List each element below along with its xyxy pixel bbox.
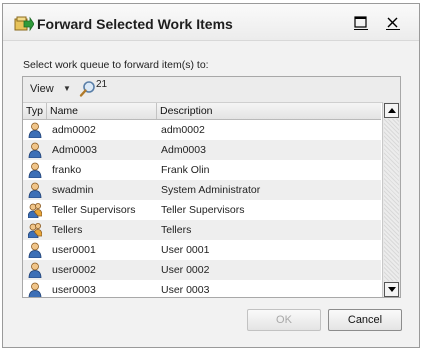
table-row[interactable]: Adm0003 Adm0003 xyxy=(23,140,381,160)
table-row[interactable]: adm0002 adm0002 xyxy=(23,120,381,140)
forward-queue-icon xyxy=(14,16,34,32)
row-name: user0003 xyxy=(52,284,96,296)
scrollbar-track[interactable] xyxy=(384,119,399,281)
row-description: User 0002 xyxy=(161,264,210,276)
table-row[interactable]: franko Frank Olin xyxy=(23,160,381,180)
table-row[interactable]: swadmin System Administrator xyxy=(23,180,381,200)
user-icon xyxy=(28,122,42,138)
forward-work-items-dialog: Forward Selected Work Items Select work … xyxy=(2,3,420,348)
column-header-description[interactable]: Description xyxy=(157,103,381,119)
row-description: System Administrator xyxy=(161,184,261,196)
group-icon xyxy=(28,203,42,218)
table-row[interactable]: user0003 User 0003 xyxy=(23,280,381,297)
table-row[interactable]: Tellers Tellers xyxy=(23,220,381,240)
user-icon xyxy=(28,142,42,158)
row-description: Adm0003 xyxy=(161,144,206,156)
row-name: adm0002 xyxy=(52,124,96,136)
row-description: User 0003 xyxy=(161,284,210,296)
table-toolbar: View ▼ 21 xyxy=(23,77,400,103)
queue-prompt-label: Select work queue to forward item(s) to: xyxy=(23,59,209,71)
row-description: adm0002 xyxy=(161,124,205,136)
table-row[interactable]: Teller Supervisors Teller Supervisors xyxy=(23,200,381,220)
arrow-up-icon xyxy=(388,108,396,113)
scroll-up-button[interactable] xyxy=(384,103,399,118)
table-row[interactable]: user0002 User 0002 xyxy=(23,260,381,280)
user-icon xyxy=(28,262,42,278)
scroll-down-button[interactable] xyxy=(384,282,399,297)
title-bar[interactable]: Forward Selected Work Items xyxy=(3,4,419,41)
row-name: user0002 xyxy=(52,264,96,276)
table-row[interactable]: user0001 User 0001 xyxy=(23,240,381,260)
row-name: Teller Supervisors xyxy=(52,204,136,216)
row-name: franko xyxy=(52,164,82,176)
row-name: Tellers xyxy=(52,224,83,236)
ok-button[interactable]: OK xyxy=(247,309,321,331)
table-header: Typ Name Description xyxy=(23,103,381,120)
group-icon xyxy=(28,223,42,238)
row-name: swadmin xyxy=(52,184,94,196)
row-description: User 0001 xyxy=(161,244,210,256)
user-icon xyxy=(28,282,42,297)
row-name: Adm0003 xyxy=(52,144,97,156)
row-description: Tellers xyxy=(161,224,192,236)
vertical-scrollbar[interactable] xyxy=(382,102,400,297)
user-icon xyxy=(28,242,42,258)
arrow-down-icon xyxy=(388,287,396,292)
row-description: Frank Olin xyxy=(161,164,210,176)
view-menu[interactable]: View xyxy=(30,83,54,95)
row-name: user0001 xyxy=(52,244,96,256)
user-icon xyxy=(28,162,42,178)
search-result-count: 21 xyxy=(96,79,108,90)
close-icon[interactable] xyxy=(385,15,401,31)
search-icon[interactable] xyxy=(79,80,97,98)
chevron-down-icon[interactable]: ▼ xyxy=(63,84,71,93)
user-icon xyxy=(28,182,42,198)
dialog-title: Forward Selected Work Items xyxy=(37,16,233,32)
row-description: Teller Supervisors xyxy=(161,204,245,216)
column-header-name[interactable]: Name xyxy=(47,103,157,119)
column-header-type[interactable]: Typ xyxy=(23,103,47,119)
work-queue-table: View ▼ 21 Typ Name Description adm0002 a… xyxy=(22,76,401,298)
cancel-button[interactable]: Cancel xyxy=(328,309,402,331)
maximize-icon[interactable] xyxy=(353,15,369,31)
